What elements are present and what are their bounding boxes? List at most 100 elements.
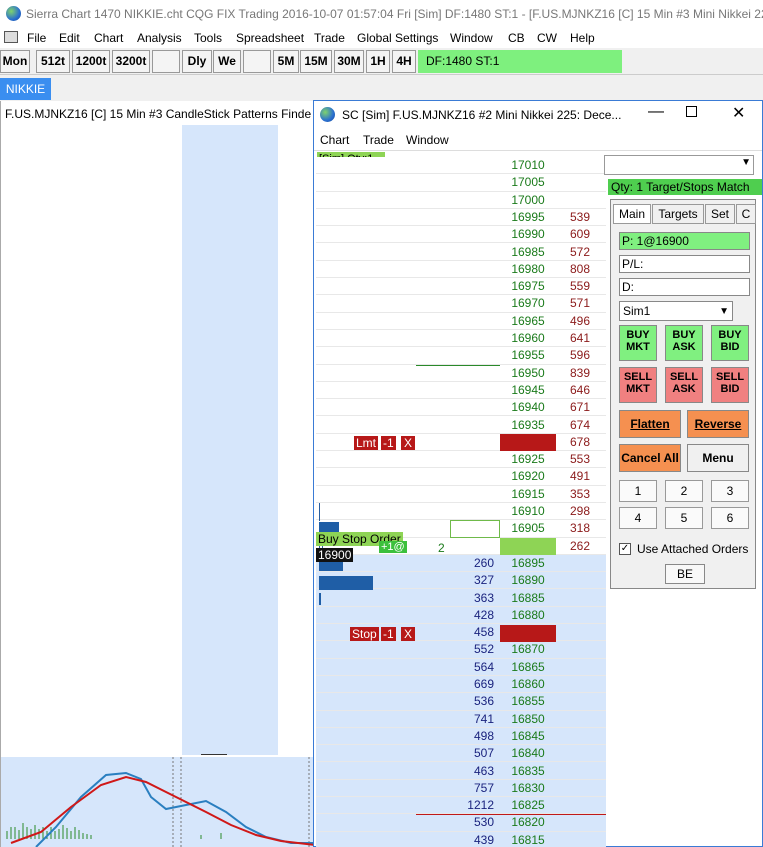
- bid-size-cell[interactable]: [446, 209, 498, 226]
- use-attached-checkbox[interactable]: ✓: [619, 543, 631, 555]
- ask-size-cell[interactable]: [556, 676, 604, 693]
- bid-size-cell[interactable]: 552: [446, 641, 498, 658]
- tb-mon-button[interactable]: Mon: [0, 50, 30, 73]
- bid-size-cell[interactable]: 530: [446, 814, 498, 831]
- ladder-row[interactable]: 16870 552: [316, 641, 606, 659]
- tb-30m-button[interactable]: 30M: [334, 50, 364, 73]
- tab-main[interactable]: Main: [613, 204, 651, 224]
- ask-size-cell[interactable]: 496: [556, 313, 604, 330]
- tb-blank-button-2[interactable]: [243, 50, 271, 73]
- bid-size-cell[interactable]: 564: [446, 659, 498, 676]
- sell-ask-button[interactable]: SELL ASK: [665, 367, 703, 403]
- price-cell[interactable]: 16890: [500, 572, 556, 589]
- price-cell[interactable]: 16860: [500, 676, 556, 693]
- ladder-row[interactable]: 17000: [316, 192, 606, 209]
- lmt-label[interactable]: Lmt: [354, 436, 379, 450]
- sell-mkt-button[interactable]: SELL MKT: [619, 367, 657, 403]
- ladder-row[interactable]: 16850 741: [316, 711, 606, 728]
- bid-size-cell[interactable]: 498: [446, 728, 498, 745]
- price-cell[interactable]: 16850: [500, 711, 556, 728]
- menu-global-settings[interactable]: Global Settings: [357, 31, 438, 45]
- price-cell[interactable]: 16925: [500, 451, 556, 468]
- bid-size-cell[interactable]: [446, 295, 498, 312]
- tb-5m-button[interactable]: 5M: [273, 50, 299, 73]
- bid-size-cell[interactable]: [446, 226, 498, 243]
- tb-3200t-button[interactable]: 3200t: [112, 50, 150, 73]
- close-icon[interactable]: ✕: [732, 103, 745, 123]
- buy-ask-button[interactable]: BUY ASK: [665, 325, 703, 361]
- ladder-row[interactable]: 16985 572: [316, 244, 606, 261]
- ladder-row[interactable]: 16995 539: [316, 209, 606, 227]
- ladder-row[interactable]: 16925 553: [316, 451, 606, 469]
- ladder-row[interactable]: 16895 260: [316, 555, 606, 573]
- tb-1200t-button[interactable]: 1200t: [72, 50, 110, 73]
- ask-size-cell[interactable]: [556, 641, 604, 658]
- ask-size-cell[interactable]: [556, 728, 604, 745]
- price-cell[interactable]: 16855: [500, 693, 556, 710]
- price-cell[interactable]: 16935: [500, 417, 556, 434]
- bid-size-cell[interactable]: [446, 157, 498, 174]
- price-cell[interactable]: 17005: [500, 174, 556, 191]
- menu-window[interactable]: Window: [450, 31, 493, 45]
- ladder-row[interactable]: 16975 559: [316, 278, 606, 296]
- tb-dly-button[interactable]: Dly: [182, 50, 212, 73]
- price-cell[interactable]: 16915: [500, 486, 556, 503]
- ladder-row[interactable]: 16955 596: [316, 347, 606, 365]
- ask-size-cell[interactable]: [556, 814, 604, 831]
- menu-analysis[interactable]: Analysis: [137, 31, 182, 45]
- bid-size-cell[interactable]: [446, 192, 498, 209]
- price-cell[interactable]: 16975: [500, 278, 556, 295]
- price-cell[interactable]: 16960: [500, 330, 556, 347]
- ask-size-cell[interactable]: [556, 659, 604, 676]
- price-cell[interactable]: 16895: [500, 555, 556, 572]
- qty-6-button[interactable]: 6: [711, 507, 749, 529]
- qty-5-button[interactable]: 5: [665, 507, 703, 529]
- ask-size-cell[interactable]: [556, 780, 604, 797]
- bid-size-cell[interactable]: [446, 278, 498, 295]
- lmt-qty[interactable]: -1: [381, 436, 396, 450]
- ladder-row[interactable]: 17010: [316, 157, 606, 175]
- ask-size-cell[interactable]: 353: [556, 486, 604, 503]
- price-cell[interactable]: 17000: [500, 192, 556, 209]
- bid-size-cell[interactable]: [446, 365, 498, 382]
- ask-size-cell[interactable]: [556, 555, 604, 572]
- bid-size-cell[interactable]: [446, 330, 498, 347]
- qty-1-button[interactable]: 1: [619, 480, 657, 502]
- ladder-row[interactable]: 16845 498: [316, 728, 606, 746]
- ask-size-cell[interactable]: [556, 590, 604, 607]
- ladder-row[interactable]: 16880 428: [316, 607, 606, 625]
- ladder-row[interactable]: 16965 496: [316, 313, 606, 330]
- ask-size-cell[interactable]: 318: [556, 520, 604, 537]
- price-cell[interactable]: 16825: [500, 797, 556, 814]
- tb-1h-button[interactable]: 1H: [366, 50, 390, 73]
- menu-trade[interactable]: Trade: [314, 31, 345, 45]
- price-cell[interactable]: 16820: [500, 814, 556, 831]
- ask-size-cell[interactable]: 491: [556, 468, 604, 485]
- bid-size-cell[interactable]: 1212: [446, 797, 498, 814]
- menu-tools[interactable]: Tools: [194, 31, 222, 45]
- ladder-row[interactable]: 16960 641: [316, 330, 606, 348]
- stop-cancel-x[interactable]: X: [401, 627, 416, 641]
- price-cell[interactable]: 16940: [500, 399, 556, 416]
- bid-size-cell[interactable]: 741: [446, 711, 498, 728]
- ask-size-cell[interactable]: 641: [556, 330, 604, 347]
- chart-area[interactable]: F.US.MJNKZ16 [C] 15 Min #3 CandleStick P…: [0, 101, 314, 847]
- price-cell[interactable]: 16885: [500, 590, 556, 607]
- ladder-row[interactable]: 16835 463: [316, 763, 606, 780]
- bid-size-cell[interactable]: [446, 417, 498, 434]
- ladder-row[interactable]: 16855 536: [316, 693, 606, 711]
- price-cell[interactable]: 16830: [500, 780, 556, 797]
- ask-size-cell[interactable]: 646: [556, 382, 604, 399]
- maximize-icon[interactable]: [686, 106, 697, 117]
- bid-size-cell[interactable]: 439: [446, 832, 498, 847]
- bid-size-cell[interactable]: 463: [446, 763, 498, 780]
- menu-cw[interactable]: CW: [537, 31, 557, 45]
- ladder-row[interactable]: 16950 839: [316, 365, 606, 382]
- stop-qty[interactable]: -1: [381, 627, 396, 641]
- price-cell[interactable]: 16865: [500, 659, 556, 676]
- ask-size-cell[interactable]: [556, 797, 604, 814]
- bid-size-cell[interactable]: 757: [446, 780, 498, 797]
- price-cell[interactable]: 16920: [500, 468, 556, 485]
- price-cell[interactable]: 16815: [500, 832, 556, 847]
- stop-label[interactable]: Stop: [350, 627, 379, 641]
